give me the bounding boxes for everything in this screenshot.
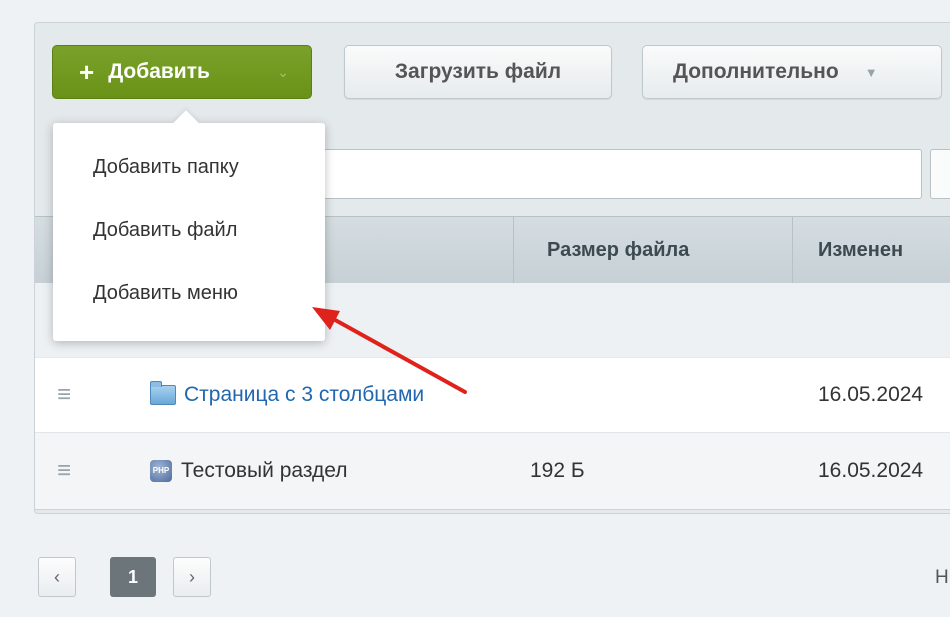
- column-header-label: Изменен: [818, 238, 904, 261]
- row-date: 16.05.2024: [818, 383, 924, 406]
- hamburger-icon[interactable]: ≡: [57, 358, 71, 432]
- column-header-file-size[interactable]: Размер файла: [547, 217, 689, 283]
- chevron-down-icon[interactable]: ⌄: [277, 64, 289, 81]
- hamburger-icon[interactable]: ≡: [57, 433, 71, 509]
- pagination-info-text: Н: [935, 567, 949, 588]
- chevron-down-icon: ▼: [864, 64, 878, 80]
- column-separator: [513, 217, 514, 283]
- upload-file-button[interactable]: Загрузить файл: [344, 45, 612, 99]
- plus-icon: +: [79, 57, 95, 87]
- more-actions-button[interactable]: Дополнительно ▼: [642, 45, 942, 99]
- prev-page-button[interactable]: ‹: [38, 557, 76, 597]
- row-name-link[interactable]: Страница с 3 столбцами: [184, 383, 424, 407]
- column-header-modified[interactable]: Изменен: [818, 217, 903, 283]
- column-header-label: Размер файла: [547, 238, 690, 261]
- current-page-button[interactable]: 1: [110, 557, 156, 597]
- search-button[interactable]: [930, 149, 950, 199]
- table-row[interactable]: ≡ Страница с 3 столбцами 16.05.2024: [35, 358, 950, 433]
- row-name[interactable]: PHP Тестовый раздел: [150, 433, 347, 509]
- menu-item-add-menu[interactable]: Добавить меню: [93, 282, 238, 305]
- next-page-button[interactable]: ›: [173, 557, 211, 597]
- table-row[interactable]: ≡ PHP Тестовый раздел 192 Б 16.05.2024: [35, 433, 950, 510]
- add-dropdown-menu: Добавить папку Добавить файл Добавить ме…: [53, 123, 325, 341]
- row-size: 192 Б: [530, 459, 585, 482]
- menu-item-add-file[interactable]: Добавить файл: [93, 219, 237, 242]
- column-separator: [792, 217, 793, 283]
- upload-file-label: Загрузить файл: [394, 60, 562, 83]
- row-name[interactable]: Страница с 3 столбцами: [150, 358, 424, 432]
- menu-item-add-folder[interactable]: Добавить папку: [93, 156, 239, 179]
- folder-icon: [150, 381, 176, 405]
- more-actions-label: Дополнительно: [673, 60, 839, 83]
- row-name-link[interactable]: Тестовый раздел: [181, 459, 347, 483]
- row-date: 16.05.2024: [818, 459, 924, 482]
- php-file-icon: PHP: [150, 460, 172, 482]
- add-button-label: Добавить: [108, 60, 210, 83]
- add-button[interactable]: + Добавить ⌄: [52, 45, 312, 99]
